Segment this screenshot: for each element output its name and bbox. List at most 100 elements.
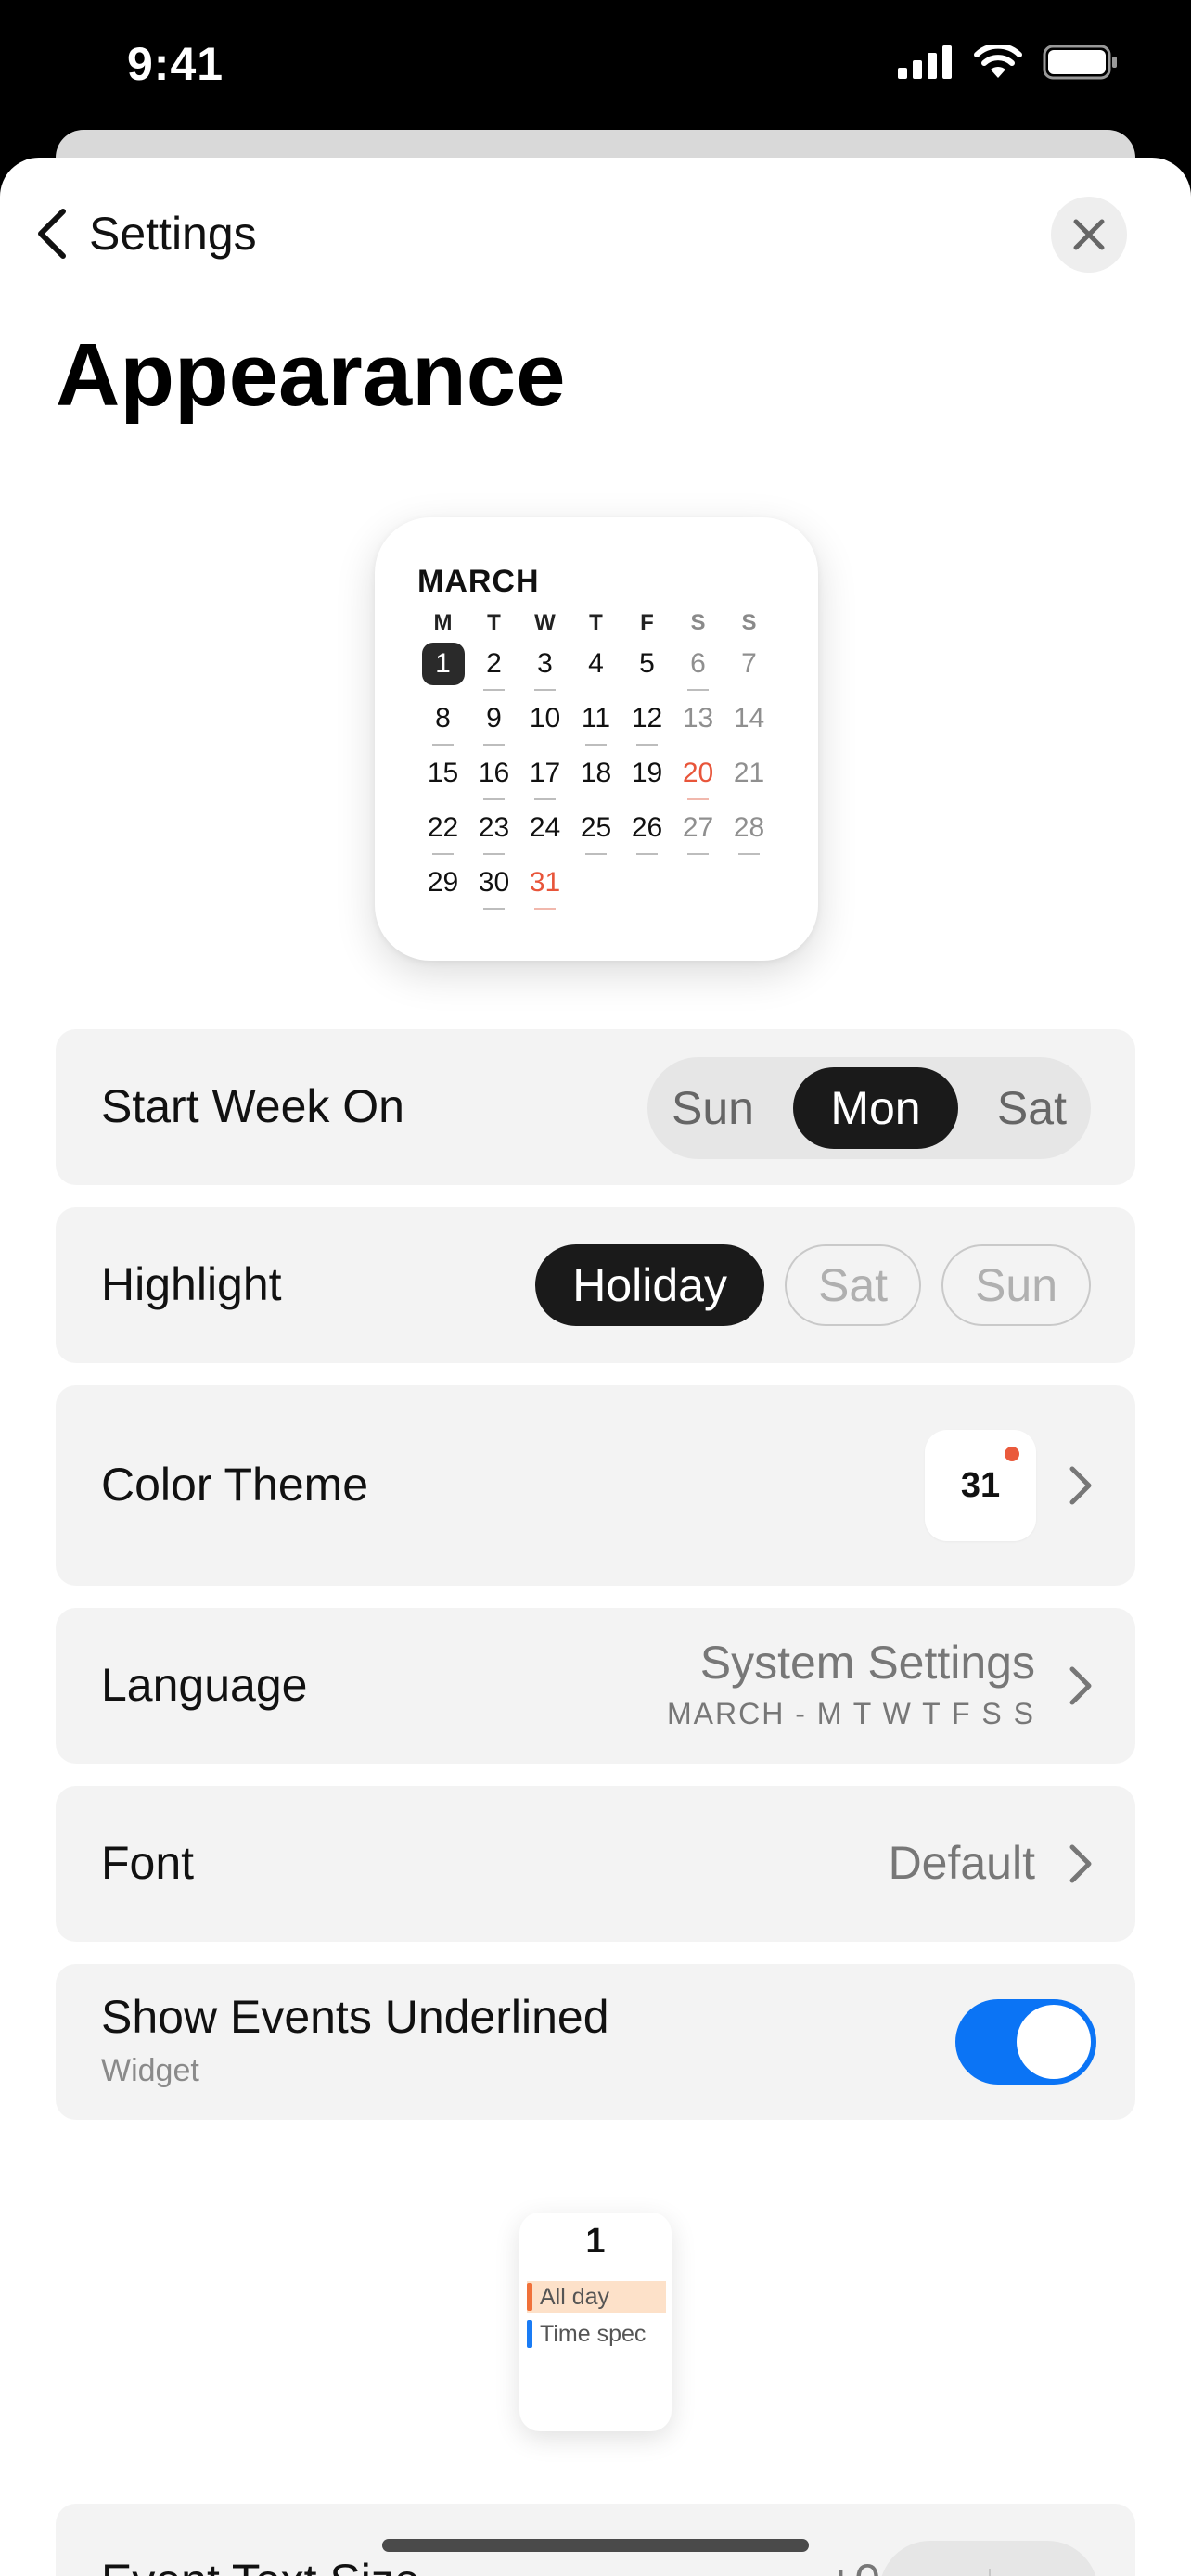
widget-event-timed: Time spec bbox=[527, 2318, 666, 2350]
close-icon bbox=[1073, 219, 1105, 250]
calendar-weekday-row: M T W T F S S bbox=[417, 610, 775, 636]
stepper-divider bbox=[989, 2569, 991, 2576]
calendar-day: 24 bbox=[529, 811, 561, 843]
calendar-day: 23 bbox=[468, 807, 519, 849]
language-value: System Settings bbox=[699, 1637, 1035, 1689]
calendar-week: 29 30 31 bbox=[417, 855, 775, 910]
weekday-label: S bbox=[741, 610, 757, 635]
widget-day: 1 bbox=[585, 2222, 606, 2261]
calendar-day: 4 bbox=[588, 647, 604, 679]
chevron-right-icon bbox=[1069, 1844, 1092, 1883]
calendar-day: 18 bbox=[580, 757, 612, 788]
show-events-toggle[interactable] bbox=[955, 1999, 1096, 2085]
theme-icon-dot bbox=[1005, 1447, 1019, 1461]
highlight-option-sat[interactable]: Sat bbox=[784, 1244, 922, 1326]
language-sample: MARCH - M T W T F S S bbox=[667, 1697, 1035, 1730]
back-label: Settings bbox=[89, 208, 257, 260]
calendar-week: 22 23 24 25 26 27 28 bbox=[417, 800, 775, 855]
home-indicator[interactable] bbox=[382, 2539, 809, 2552]
weekday-label: M bbox=[433, 610, 453, 635]
calendar-day: 10 bbox=[529, 702, 561, 733]
weekday-label: T bbox=[487, 610, 501, 635]
page-title: Appearance bbox=[56, 325, 566, 425]
font-row[interactable]: Font Default bbox=[56, 1786, 1135, 1942]
calendar-month: MARCH bbox=[417, 564, 540, 599]
calendar-day: 7 bbox=[741, 647, 757, 679]
theme-icon-day: 31 bbox=[960, 1466, 1001, 1505]
calendar-preview: MARCH M T W T F S S 1 2 3 4 5 6 7 8 9 10… bbox=[375, 517, 818, 961]
calendar-day: 2 bbox=[468, 643, 519, 685]
calendar-day: 28 bbox=[724, 807, 775, 849]
weekday-label: W bbox=[534, 610, 556, 635]
calendar-day: 26 bbox=[621, 807, 672, 849]
start-week-option-sun[interactable]: Sun bbox=[653, 1067, 773, 1149]
language-row[interactable]: Language System Settings MARCH - M T W T… bbox=[56, 1608, 1135, 1764]
calendar-grid: M T W T F S S 1 2 3 4 5 6 7 8 9 10 11 12… bbox=[417, 610, 775, 910]
back-button[interactable]: Settings bbox=[33, 206, 257, 261]
calendar-day: 13 bbox=[682, 702, 714, 733]
chevron-right-icon bbox=[1069, 1666, 1092, 1705]
calendar-day: 16 bbox=[468, 752, 519, 795]
toggle-knob bbox=[1017, 2005, 1091, 2079]
widget-preview: 1 All day Time spec bbox=[519, 2213, 672, 2431]
highlight-option-holiday[interactable]: Holiday bbox=[535, 1244, 764, 1326]
calendar-week: 1 2 3 4 5 6 7 bbox=[417, 636, 775, 691]
settings-sheet: Settings Appearance MARCH M T W T F S S … bbox=[0, 158, 1191, 2576]
chevron-right-icon bbox=[1069, 1466, 1092, 1505]
calendar-week: 15 16 17 18 19 20 21 bbox=[417, 746, 775, 800]
calendar-day: 14 bbox=[733, 702, 765, 733]
language-label: Language bbox=[101, 1659, 308, 1711]
calendar-day: 1 bbox=[417, 642, 468, 685]
show-events-label: Show Events Underlined bbox=[101, 1991, 609, 2043]
weekday-label: T bbox=[589, 610, 603, 635]
calendar-day: 25 bbox=[570, 807, 621, 849]
calendar-day: 31 bbox=[519, 861, 570, 904]
color-theme-row[interactable]: Color Theme 31 bbox=[56, 1385, 1135, 1586]
event-text-size-stepper[interactable] bbox=[879, 2541, 1098, 2576]
event-text-size-value: +0 bbox=[827, 2554, 880, 2576]
start-week-label: Start Week On bbox=[101, 1080, 404, 1132]
calendar-day: 5 bbox=[639, 647, 655, 679]
calendar-day: 20 bbox=[672, 752, 724, 795]
calendar-day: 3 bbox=[519, 643, 570, 685]
calendar-day: 15 bbox=[427, 757, 459, 788]
calendar-day: 11 bbox=[570, 697, 621, 740]
highlight-option-sun[interactable]: Sun bbox=[941, 1244, 1091, 1326]
start-week-segmented-control: Sun Mon Sat bbox=[647, 1057, 1091, 1159]
battery-icon bbox=[1043, 45, 1117, 80]
event-text-size-label: Event Text Size bbox=[101, 2554, 420, 2576]
highlight-row: Highlight Holiday Sat Sun bbox=[56, 1207, 1135, 1363]
wifi-icon bbox=[974, 45, 1022, 78]
calendar-week: 8 9 10 11 12 13 14 bbox=[417, 691, 775, 746]
chevron-left-icon bbox=[38, 209, 66, 259]
close-button[interactable] bbox=[1051, 197, 1127, 273]
show-events-underlined-row: Show Events Underlined Widget bbox=[56, 1964, 1135, 2120]
color-theme-label: Color Theme bbox=[101, 1459, 369, 1511]
start-week-option-sat[interactable]: Sat bbox=[979, 1067, 1085, 1149]
event-color-bar bbox=[527, 2283, 532, 2311]
calendar-day: 22 bbox=[417, 807, 468, 849]
signal-icon bbox=[898, 45, 952, 79]
font-label: Font bbox=[101, 1837, 195, 1889]
start-week-option-mon[interactable]: Mon bbox=[793, 1067, 958, 1149]
status-bar: 9:41 bbox=[0, 0, 1191, 139]
weekday-label: S bbox=[690, 610, 706, 635]
calendar-day: 29 bbox=[427, 866, 459, 898]
calendar-day: 9 bbox=[468, 697, 519, 740]
calendar-day: 6 bbox=[672, 643, 724, 685]
event-color-bar bbox=[527, 2320, 532, 2348]
start-week-row: Start Week On Sun Mon Sat bbox=[56, 1029, 1135, 1185]
calendar-day: 12 bbox=[621, 697, 672, 740]
calendar-day: 27 bbox=[672, 807, 724, 849]
calendar-day: 8 bbox=[417, 697, 468, 740]
status-time: 9:41 bbox=[127, 38, 224, 90]
calendar-day: 17 bbox=[519, 752, 570, 795]
highlight-options: Holiday Sat Sun bbox=[535, 1244, 1091, 1326]
status-icons bbox=[898, 45, 1119, 80]
font-value: Default bbox=[888, 1837, 1035, 1889]
highlight-label: Highlight bbox=[101, 1258, 282, 1310]
calendar-day: 19 bbox=[631, 757, 663, 788]
calendar-day: 30 bbox=[468, 861, 519, 904]
calendar-day: 21 bbox=[733, 757, 765, 788]
nav-bar: Settings bbox=[0, 158, 1191, 315]
